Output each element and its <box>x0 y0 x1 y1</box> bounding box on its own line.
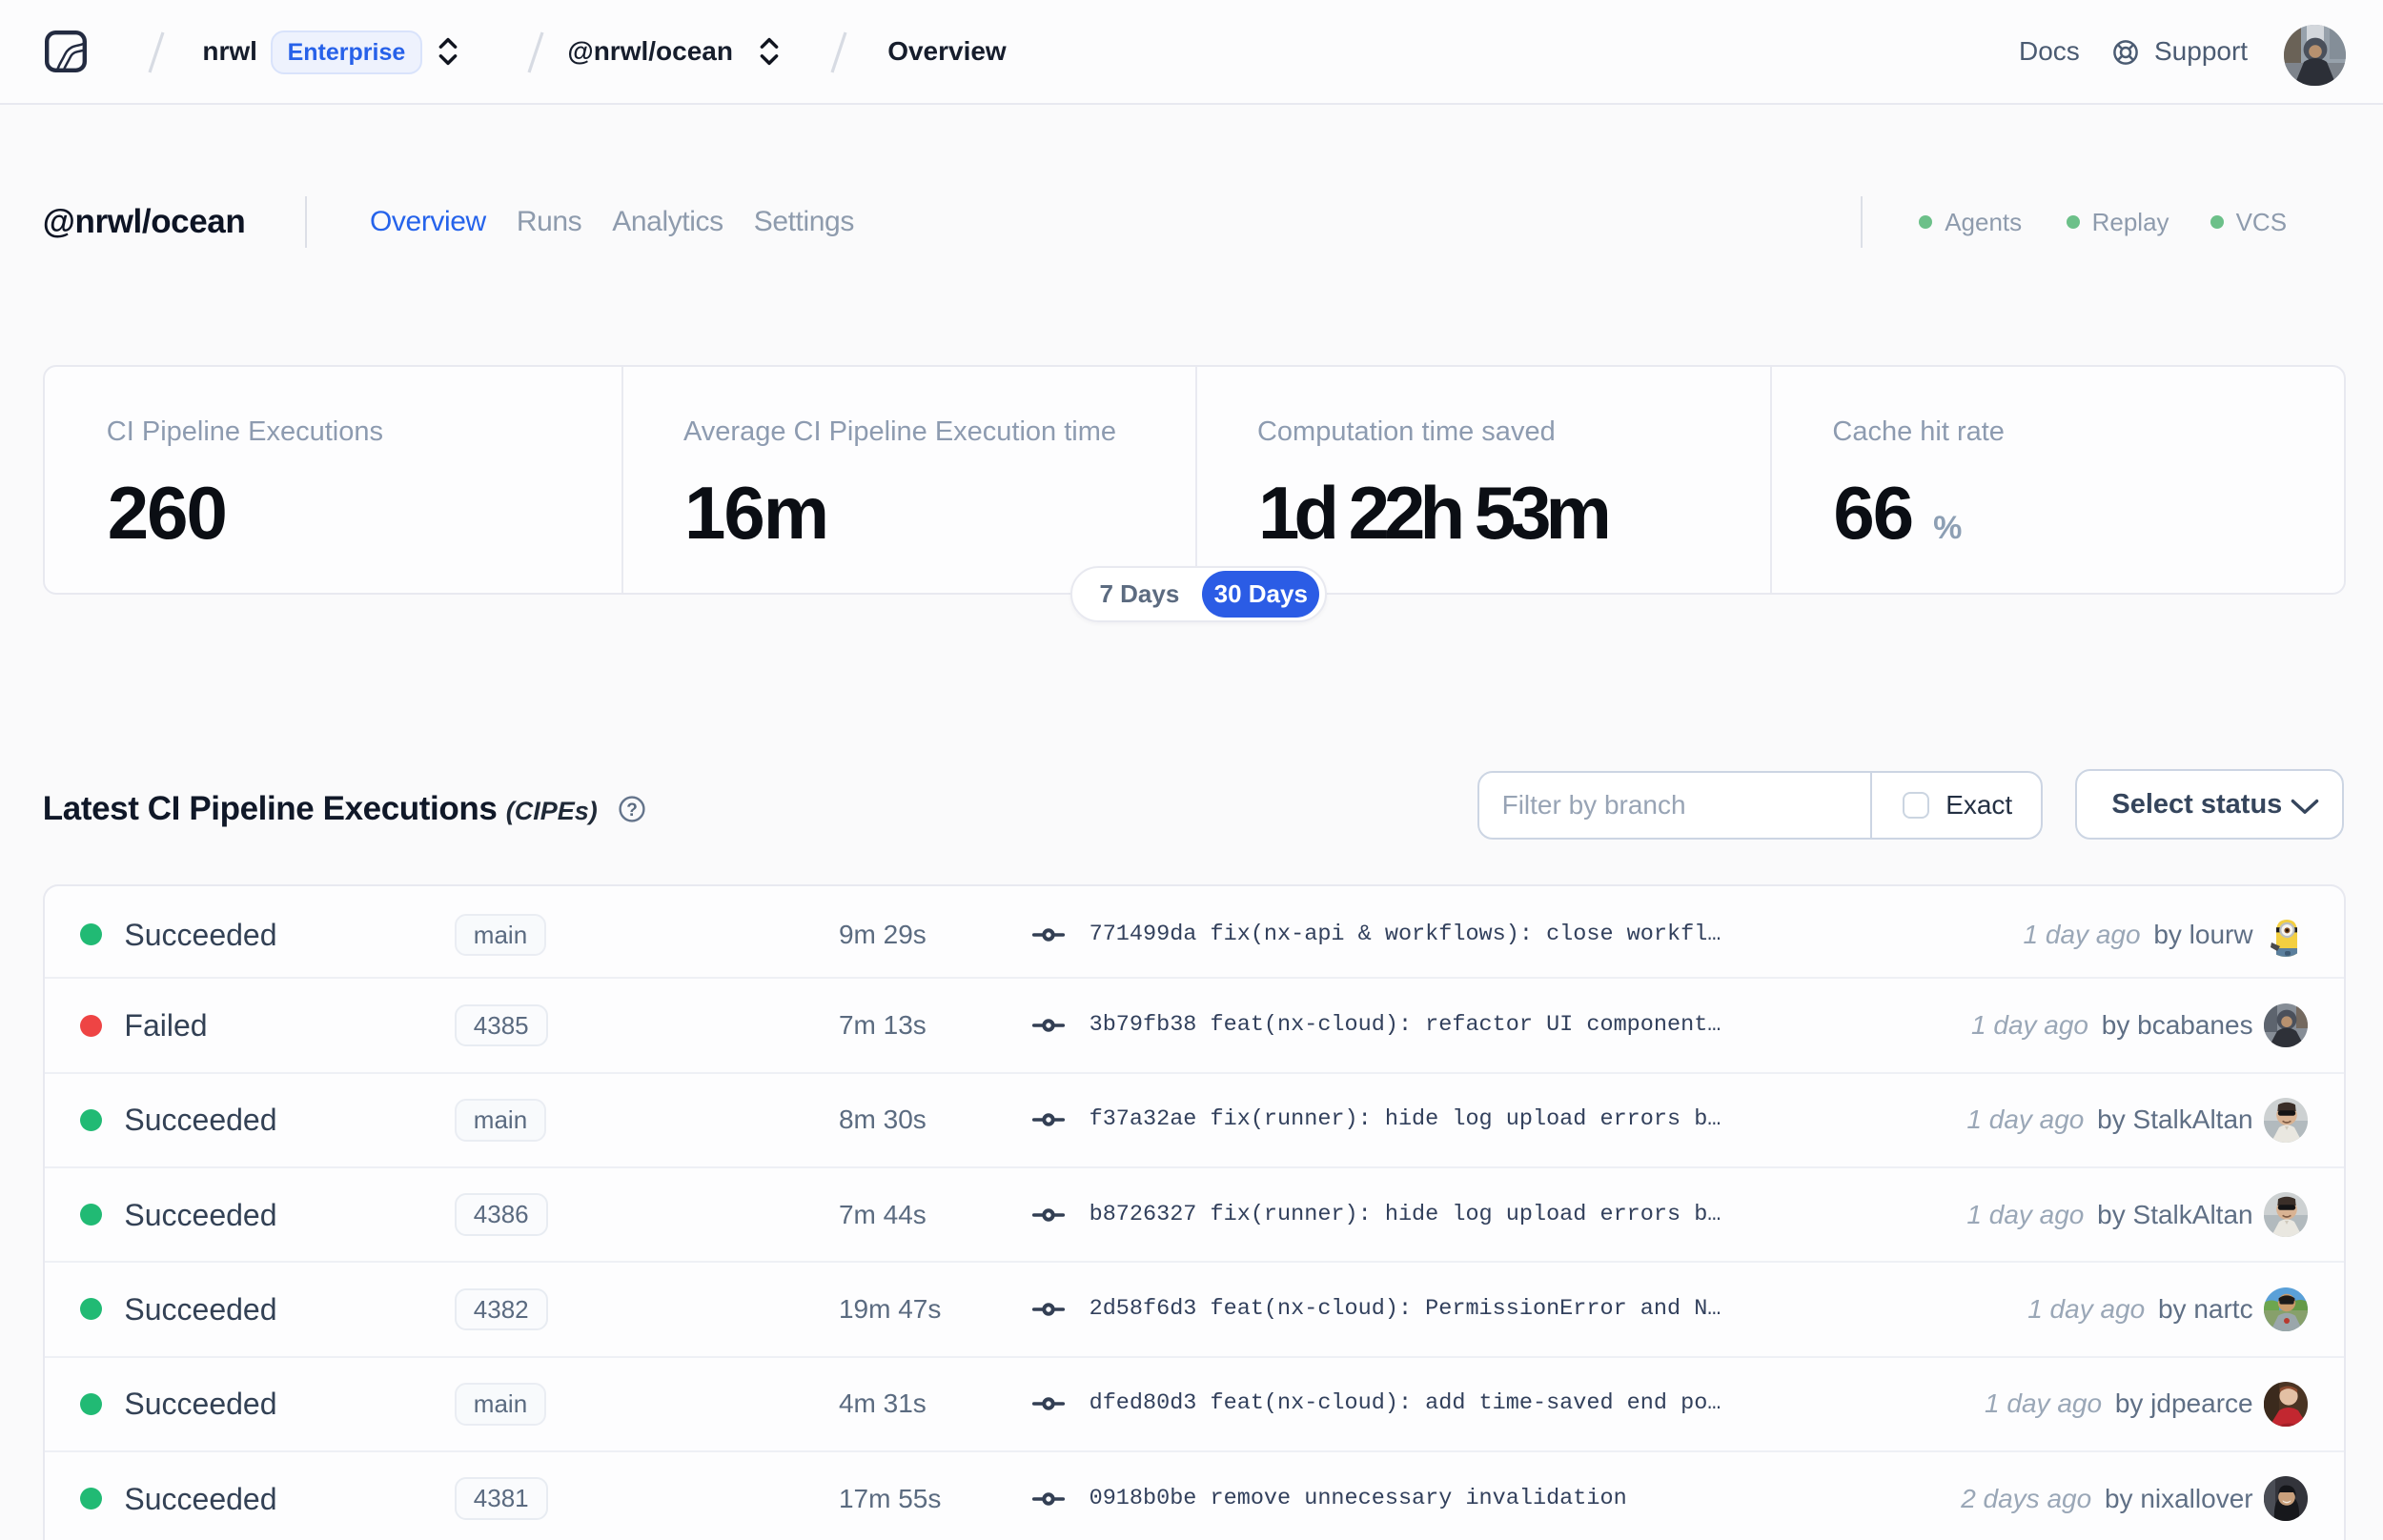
svg-text:?: ? <box>626 800 638 821</box>
